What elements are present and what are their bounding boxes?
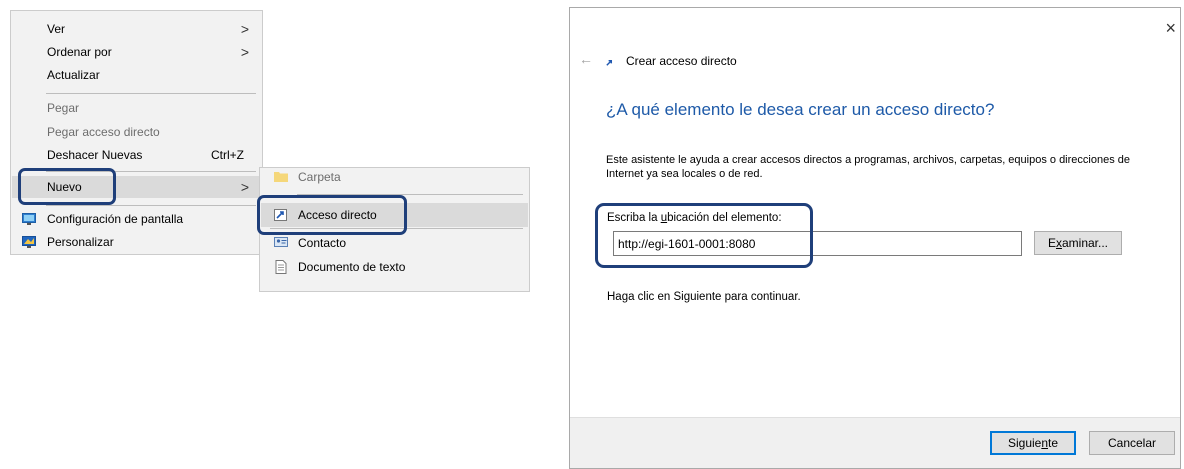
highlight-nuevo	[18, 168, 116, 205]
menu-item-ordenar-por[interactable]: Ordenar por >	[12, 41, 261, 63]
menu-item-label: Configuración de pantalla	[47, 212, 184, 226]
dialog-footer: Siguiente Cancelar	[570, 417, 1180, 468]
menu-item-label: Deshacer Nuevas	[47, 148, 143, 162]
shortcut-label: Ctrl+Z	[211, 148, 244, 162]
close-icon[interactable]: ×	[1165, 18, 1176, 39]
menu-item-label: Contacto	[298, 236, 347, 250]
browse-button[interactable]: Examinar...	[1034, 231, 1122, 255]
menu-item-actualizar[interactable]: Actualizar	[12, 64, 261, 86]
contact-icon	[274, 237, 288, 247]
menu-item-ver[interactable]: Ver >	[12, 18, 261, 40]
context-menu: Ver > Ordenar por > Actualizar Pegar Peg…	[10, 10, 263, 255]
menu-item-pegar[interactable]: Pegar	[12, 97, 261, 119]
menu-separator	[46, 93, 256, 94]
menu-item-personalizar[interactable]: Personalizar	[12, 231, 261, 253]
text-document-icon	[275, 260, 287, 274]
personalize-icon	[22, 236, 36, 248]
wizard-heading: ¿A qué elemento le desea crear un acceso…	[606, 100, 995, 119]
menu-item-label: Actualizar	[47, 68, 100, 82]
folder-icon	[274, 172, 288, 182]
chevron-right-icon: >	[240, 179, 249, 195]
submenu-item-contacto[interactable]: Contacto	[261, 232, 528, 254]
menu-item-deshacer-nuevas[interactable]: Deshacer Nuevas Ctrl+Z	[12, 144, 261, 166]
display-settings-icon	[22, 213, 36, 225]
next-button[interactable]: Siguiente	[990, 431, 1076, 455]
submenu-item-carpeta[interactable]: Carpeta	[261, 168, 528, 188]
menu-item-label: Pegar	[47, 101, 80, 115]
menu-item-configuracion-pantalla[interactable]: Configuración de pantalla	[12, 208, 261, 230]
menu-item-label: Personalizar	[47, 235, 114, 249]
menu-item-label: Documento de texto	[298, 260, 406, 274]
continue-hint: Haga clic en Siguiente para continuar.	[607, 291, 801, 303]
menu-item-pegar-acceso-directo[interactable]: Pegar acceso directo	[12, 121, 261, 143]
menu-separator	[46, 205, 256, 206]
menu-item-label: Ordenar por	[47, 45, 112, 59]
highlight-location	[595, 203, 813, 268]
back-arrow-icon[interactable]: ←	[579, 51, 593, 67]
wizard-description: Este asistente le ayuda a crear accesos …	[606, 154, 1130, 180]
chevron-right-icon: >	[240, 44, 249, 60]
chevron-right-icon: >	[240, 21, 249, 37]
shortcut-icon	[606, 59, 613, 66]
submenu-item-documento-texto[interactable]: Documento de texto	[261, 256, 528, 278]
dialog-title: Crear acceso directo	[626, 54, 737, 68]
menu-item-label: Ver	[47, 22, 66, 36]
menu-item-label: Pegar acceso directo	[47, 125, 160, 139]
highlight-acceso-directo	[257, 195, 407, 235]
cancel-button[interactable]: Cancelar	[1089, 431, 1175, 455]
menu-item-label: Carpeta	[298, 170, 341, 184]
